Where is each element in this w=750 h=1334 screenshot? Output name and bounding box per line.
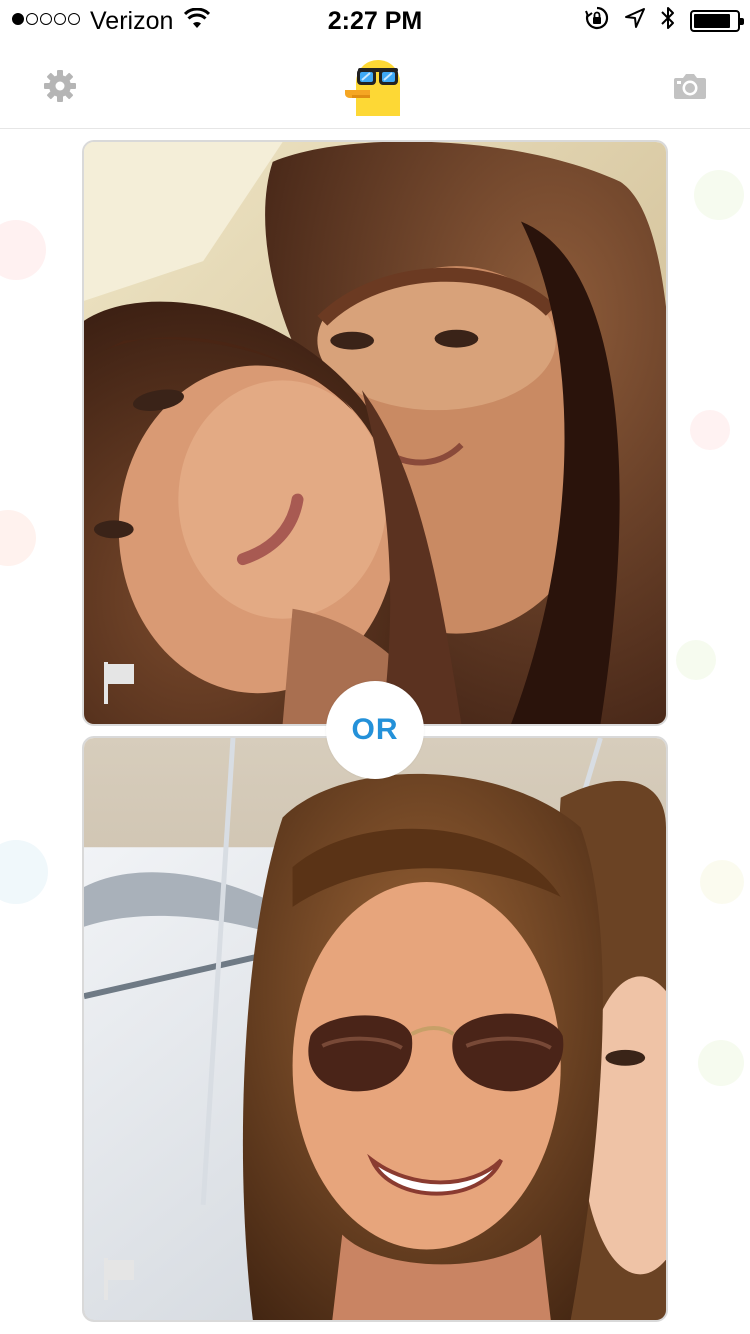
flag-icon	[104, 1258, 134, 1300]
gear-icon	[44, 70, 76, 102]
battery-icon	[690, 10, 744, 32]
background-bubble	[700, 860, 744, 904]
status-bar: Verizon 2:27 PM	[0, 0, 750, 40]
navigation-bar	[0, 40, 750, 129]
bluetooth-icon	[660, 5, 676, 38]
background-bubble	[0, 840, 48, 904]
settings-button[interactable]	[40, 66, 80, 106]
app-logo	[344, 54, 408, 118]
photo-top-image[interactable]	[84, 142, 666, 724]
background-bubble	[676, 640, 716, 680]
background-bubble	[694, 170, 744, 220]
location-arrow-icon	[624, 7, 646, 36]
background-bubble	[0, 220, 46, 280]
photo-card-top[interactable]	[82, 140, 668, 726]
flag-icon	[104, 662, 134, 704]
report-photo-button[interactable]	[102, 1256, 138, 1302]
orientation-lock-icon	[584, 5, 610, 38]
background-bubble	[0, 510, 36, 566]
background-bubble	[690, 410, 730, 450]
or-separator-badge: OR	[326, 681, 424, 779]
camera-button[interactable]	[670, 66, 710, 106]
background-bubble	[698, 1040, 744, 1086]
photo-card-bottom[interactable]	[82, 736, 668, 1322]
report-photo-button[interactable]	[102, 660, 138, 706]
app-screen: Verizon 2:27 PM OR	[0, 0, 750, 1334]
battery-tip	[740, 18, 744, 25]
battery-level-fill	[694, 14, 730, 28]
status-right-icons	[584, 5, 744, 38]
camera-icon	[674, 74, 706, 99]
photo-bottom-image[interactable]	[84, 738, 666, 1320]
